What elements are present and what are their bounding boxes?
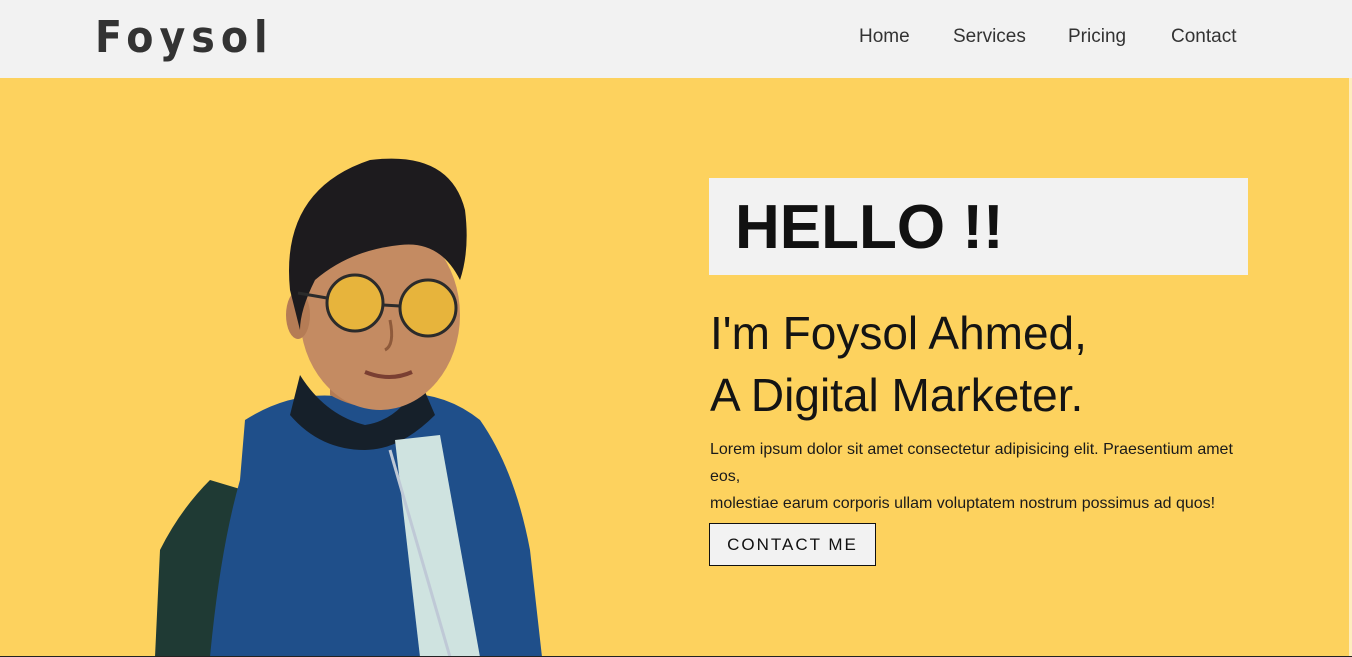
description-line: Lorem ipsum dolor sit amet consectetur a…	[710, 441, 1233, 485]
nav-home-link[interactable]: Home	[859, 25, 910, 49]
greeting-heading: HELLO !!	[735, 193, 1004, 262]
nav-menu: Home Services Pricing Contact	[0, 25, 1352, 49]
nav-services-link[interactable]: Services	[953, 25, 1026, 49]
greeting-box: HELLO !!	[709, 178, 1248, 275]
intro-description: Lorem ipsum dolor sit amet consectetur a…	[710, 436, 1250, 517]
intro-role-line: A Digital Marketer.	[710, 369, 1084, 421]
description-line: molestiae earum corporis ullam voluptate…	[710, 495, 1216, 512]
intro-heading: I'm Foysol Ahmed, A Digital Marketer.	[710, 302, 1087, 426]
profile-photo	[155, 158, 542, 657]
intro-name-line: I'm Foysol Ahmed,	[710, 307, 1087, 359]
nav-pricing-link[interactable]: Pricing	[1068, 25, 1126, 49]
navbar: Foysol Home Services Pricing Contact	[0, 0, 1352, 78]
contact-me-button[interactable]: CONTACT ME	[709, 523, 876, 566]
nav-contact-link[interactable]: Contact	[1171, 25, 1236, 49]
